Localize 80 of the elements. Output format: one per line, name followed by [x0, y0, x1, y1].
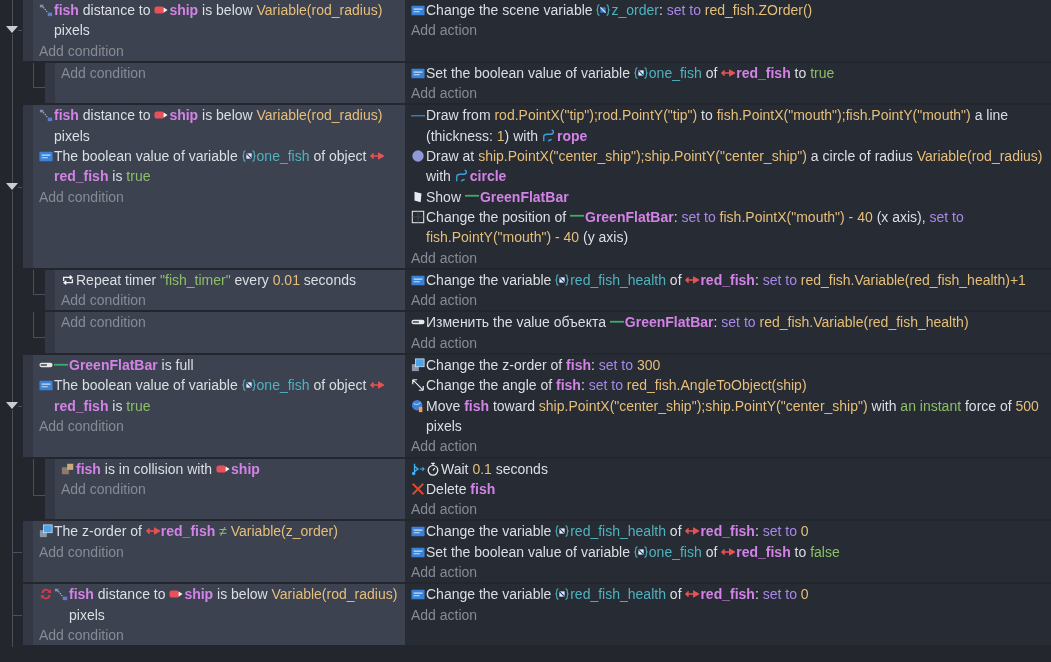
action-text: Change the position of GreenFlatBar: set to fish.PointX("mouth") - 40 (x axis), set to fish.PointY("mouth") - 40 (y axis)	[426, 207, 965, 248]
action-text: Set the boolean value of variable one_fish of red_fish to false	[426, 542, 841, 562]
add-action-link[interactable]: Add action	[411, 292, 478, 309]
action-text: Draw from rod.PointX("tip");rod.PointY("tip") to fish.PointX("mouth");fish.PointY("mouth") a line (thickness: 1) with rope	[426, 106, 1010, 146]
variable-icon	[39, 378, 53, 393]
add-condition-link[interactable]: Add condition	[39, 42, 124, 59]
action-text: Draw at ship.PointX("center_ship");ship.PointY("center_ship") a circle of radius Variable(rod_radius) with circle	[426, 147, 1044, 187]
action-text: Wait 0.1 seconds	[441, 459, 549, 479]
add-condition-link[interactable]: Add condition	[61, 480, 146, 497]
add-condition-link[interactable]: Add condition	[39, 543, 124, 560]
collapse-toggle[interactable]	[6, 401, 18, 410]
variable-braces-icon	[633, 544, 648, 559]
add-condition-link[interactable]: Add condition	[39, 188, 124, 205]
action-text: Change the variable red_fish_health of red_fish: set to 0	[426, 522, 810, 542]
line-icon	[411, 114, 425, 118]
bar-icon	[464, 194, 479, 198]
add-action-link[interactable]: Add action	[411, 501, 478, 518]
condition-text: fish is in collision with ship	[76, 459, 261, 479]
action-text: Set the boolean value of variable one_fish of red_fish to true	[426, 63, 836, 83]
add-condition-link[interactable]: Add condition	[39, 417, 124, 434]
refresh-icon	[39, 587, 53, 602]
condition-text: fish distance to ship is below Variable(rod_radius) pixels	[54, 1, 384, 41]
add-condition-link[interactable]: Add condition	[61, 64, 146, 81]
add-action-link[interactable]: Add action	[411, 334, 478, 351]
add-action-link[interactable]: Add action	[411, 85, 478, 102]
condition-text: Repeat timer "fish_timer" every 0.01 seconds	[76, 270, 357, 290]
condition-text: fish distance to ship is below Variable(rod_radius) pixels	[69, 585, 399, 625]
collapse-toggle[interactable]	[6, 182, 18, 191]
bar-icon	[54, 362, 68, 367]
add-action-link[interactable]: Add action	[411, 438, 478, 455]
condition-text: The z-order of red_fish ≠ Variable(z_order)	[54, 522, 339, 542]
variable-braces-icon	[241, 149, 256, 164]
bar-icon	[570, 214, 584, 218]
variable-braces-icon	[633, 65, 648, 80]
condition-text: The boolean value of variable one_fish of object red_fish is true	[54, 375, 401, 416]
layers-icon	[411, 358, 425, 373]
globe-icon	[411, 398, 425, 413]
variable-icon	[411, 3, 425, 17]
variable-icon	[411, 587, 425, 602]
distance-icon	[54, 587, 68, 602]
add-action-link[interactable]: Add action	[411, 564, 478, 580]
action-text: Move fish toward ship.PointX("center_ship");ship.PointY("center_ship") with an instant force of 500 pixels	[426, 396, 1040, 436]
circle-icon	[411, 149, 425, 164]
action-text: Delete fish	[426, 479, 497, 499]
variable-braces-icon	[555, 272, 570, 287]
action-text: Change the angle of fish: set to red_fish.AngleToObject(ship)	[426, 376, 808, 396]
bar-icon	[609, 319, 624, 324]
add-action-link[interactable]: Add action	[411, 22, 478, 39]
action-text: Change the variable red_fish_health of red_fish: set to red_fish.Variable(red_fish_health)+1	[426, 270, 1027, 290]
stopwatch-icon	[426, 461, 440, 476]
square-icon	[411, 209, 425, 224]
curve-icon	[541, 128, 556, 143]
scene-variable-icon	[596, 3, 611, 17]
collision-icon	[61, 461, 75, 476]
repeat-icon	[61, 272, 75, 287]
variable-braces-icon	[555, 524, 570, 539]
angle-icon	[411, 378, 425, 393]
add-action-link[interactable]: Add action	[411, 249, 478, 266]
action-text: Изменить the value объекта GreenFlatBar: set to red_fish.Variable(red_fish_health)	[426, 313, 970, 333]
action-text: Show GreenFlatBar	[426, 187, 570, 207]
delete-icon	[411, 481, 425, 496]
layers-icon	[39, 524, 53, 539]
curve-icon	[454, 169, 469, 184]
add-condition-link[interactable]: Add condition	[61, 314, 146, 331]
distance-icon	[39, 3, 53, 17]
action-text: Change the variable red_fish_health of red_fish: set to 0	[426, 585, 810, 605]
add-condition-link[interactable]: Add condition	[61, 292, 146, 309]
add-action-link[interactable]: Add action	[411, 606, 478, 623]
variable-braces-icon	[241, 378, 256, 393]
collapse-toggle[interactable]	[6, 26, 18, 35]
action-text: Change the z-order of fish: set to 300	[426, 356, 662, 376]
async-icon	[411, 461, 425, 476]
distance-icon	[39, 108, 53, 123]
condition-text: The boolean value of variable one_fish of object red_fish is true	[54, 146, 401, 187]
variable-braces-icon	[555, 587, 570, 602]
action-text: Change the scene variable z_order: set to red_fish.ZOrder()	[426, 1, 814, 20]
condition-text: GreenFlatBar is full	[54, 355, 401, 376]
variable-icon	[411, 524, 425, 539]
add-condition-link[interactable]: Add condition	[39, 626, 124, 643]
variable-icon	[39, 149, 53, 164]
